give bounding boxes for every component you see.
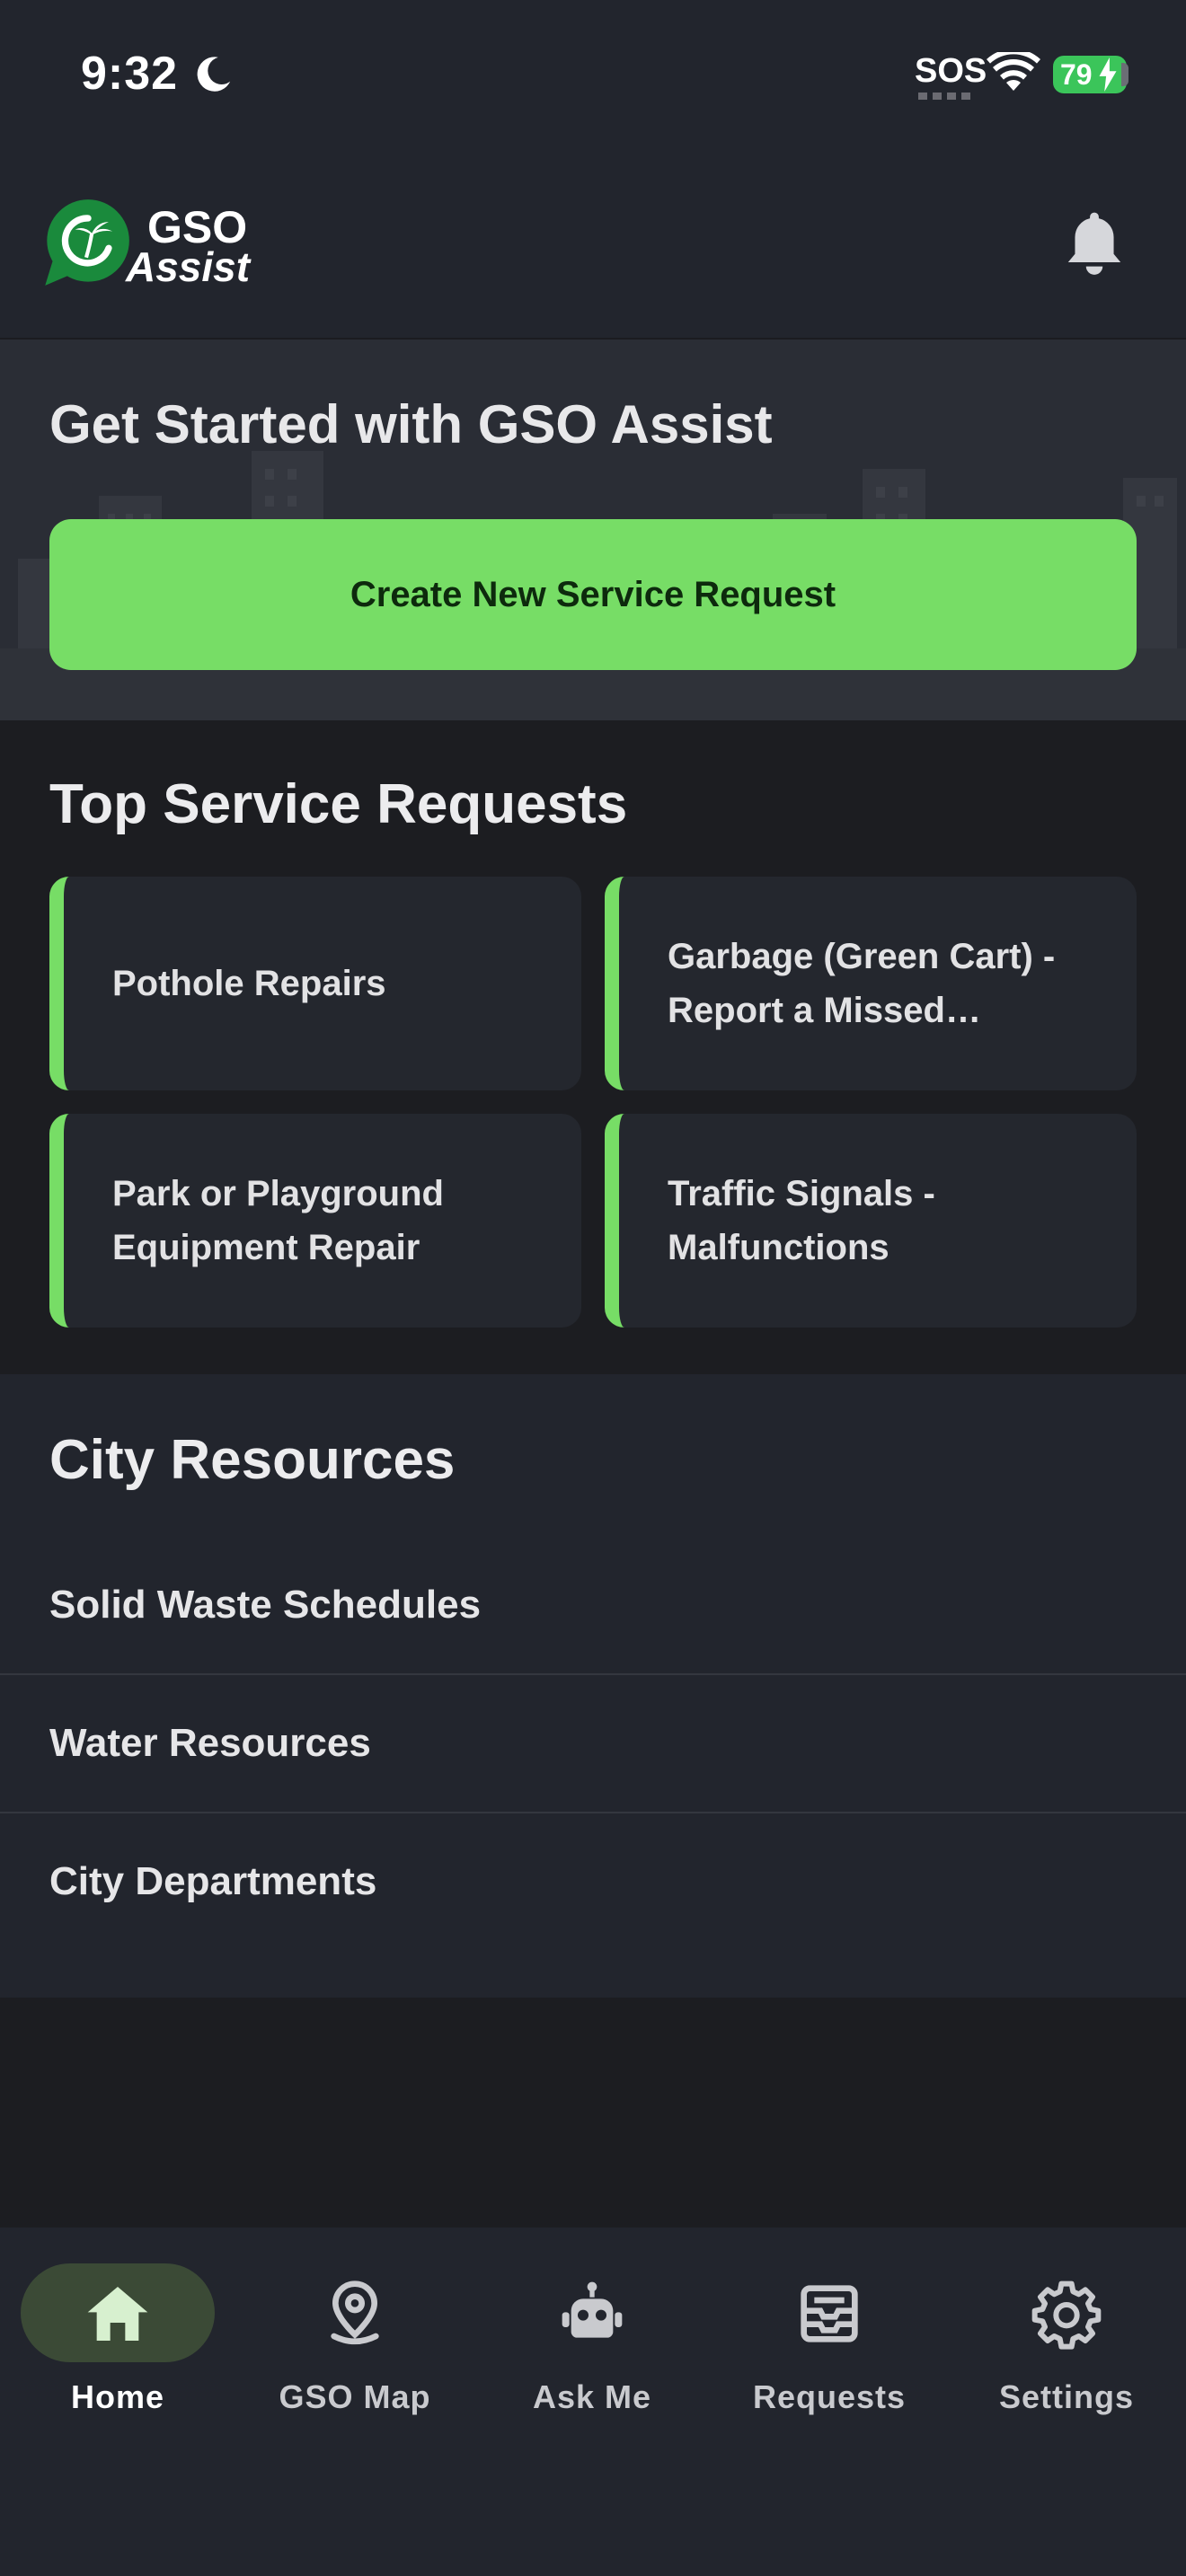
status-bar: 9:32 SOS 79 [0, 0, 1186, 153]
city-resources-section: City Resources Solid Waste Schedules Wat… [0, 1374, 1186, 1998]
battery-tip [1121, 63, 1128, 86]
nav-label: Ask Me [532, 2378, 652, 2415]
nav-tab-gso-map[interactable]: GSO Map [247, 2263, 463, 2443]
moon-icon [197, 57, 231, 92]
wifi-icon [987, 52, 1040, 91]
request-card-label: Traffic Signals - Malfunctions [668, 1174, 935, 1267]
hero-banner: Get Started with GSO Assist Create New S… [0, 340, 1186, 720]
nav-tab-home[interactable]: Home [10, 2263, 226, 2443]
request-card-label: Garbage (Green Cart) - Report a Missed C… [668, 937, 1056, 1030]
section-title-top-requests: Top Service Requests [49, 773, 628, 835]
resource-item-solid-waste[interactable]: Solid Waste Schedules [0, 1536, 1186, 1674]
nav-label: Requests [752, 2378, 907, 2415]
request-card-traffic-signals[interactable]: Traffic Signals - Malfunctions [605, 1114, 1137, 1328]
nav-tab-settings[interactable]: Settings [959, 2263, 1174, 2443]
logo-icon [45, 199, 129, 286]
status-time: 9:32 [81, 48, 179, 100]
nav-tab-ask-me[interactable]: Ask Me [484, 2263, 700, 2443]
map-pin-icon [331, 2280, 379, 2345]
signal-dots-icon [918, 93, 970, 100]
top-service-requests-section: Top Service Requests Pothole Repairs Gar… [0, 720, 1186, 1374]
logo-text-assist: Assist [126, 243, 251, 290]
carrier-label: SOS [915, 52, 987, 90]
request-card-park-playground-repair[interactable]: Park or Playground Equipment Repair [49, 1114, 581, 1328]
request-card-garbage-missed-collection[interactable]: Garbage (Green Cart) - Report a Missed C… [605, 877, 1137, 1090]
nav-tab-requests[interactable]: Requests [721, 2263, 937, 2443]
home-icon [87, 2287, 148, 2341]
inbox-icon [801, 2285, 858, 2342]
hero-title: Get Started with GSO Assist [49, 394, 773, 454]
robot-icon [562, 2281, 623, 2338]
request-card-label: Park or Playground Equipment Repair [112, 1174, 444, 1267]
bell-icon[interactable] [1060, 208, 1128, 280]
nav-label: GSO Map [279, 2378, 431, 2415]
charging-bolt-icon [1099, 57, 1117, 92]
app-header: GSO Assist [0, 153, 1186, 340]
section-title-city-resources: City Resources [49, 1429, 456, 1491]
resource-item-city-departments[interactable]: City Departments [0, 1813, 1186, 1951]
bottom-nav: Home GSO Map Ask Me Requests Settings [0, 2228, 1186, 2576]
nav-label: Settings [998, 2378, 1134, 2415]
request-card-pothole-repairs[interactable]: Pothole Repairs [49, 877, 581, 1090]
create-service-request-button[interactable]: Create New Service Request [49, 519, 1137, 670]
nav-label: Home [70, 2378, 165, 2415]
gear-icon [1031, 2280, 1102, 2350]
resource-item-water[interactable]: Water Resources [0, 1674, 1186, 1813]
request-card-label: Pothole Repairs [112, 964, 386, 1003]
